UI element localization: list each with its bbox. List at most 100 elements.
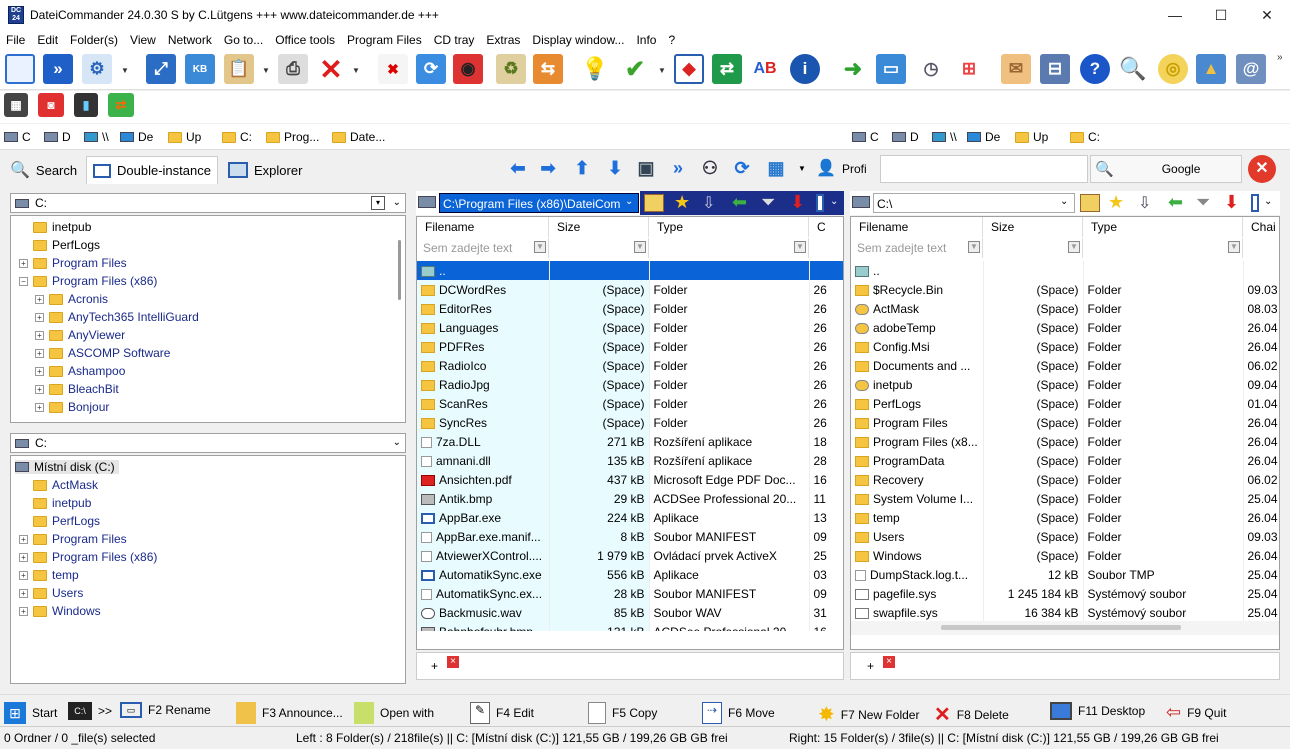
funnel-icon[interactable]: ▼ [1228,241,1240,253]
recycle-icon[interactable]: ♻ [496,54,526,84]
file-row[interactable]: Users (Space) Folder 09.03 [851,527,1279,546]
sync-icon[interactable]: ⇆ [533,54,563,84]
tree-root-local-disk[interactable]: Místní disk (C:) [15,460,119,474]
favorite-star-icon[interactable]: ★ [674,192,690,213]
funnel-icon[interactable]: ▼ [534,241,546,253]
right-drive-d-button[interactable]: D [892,130,919,144]
f5-copy-button[interactable]: F5 Copy [588,702,657,724]
arrow-up-icon[interactable]: ⬆ [570,156,594,180]
file-row[interactable]: adobeTemp (Space) Folder 26.04 [851,318,1279,337]
file-row[interactable]: AppBar.exe.manif... 8 kB Soubor MANIFEST 09 [417,527,843,546]
file-row[interactable]: pagefile.sys 1 245 184 kB Systémový soubor… [851,584,1279,603]
bookmark-prog-button[interactable]: Prog... [266,130,319,144]
close-tab-button[interactable]: × [883,656,895,668]
expand-icon[interactable]: + [19,570,28,580]
scrollbar-thumb[interactable] [398,240,401,300]
file-row[interactable]: PerfLogs (Space) Folder 01.04 [851,394,1279,413]
tree-item[interactable]: + temp [19,568,79,582]
clock-icon[interactable]: ◷ [916,54,946,84]
panel-toggle-icon[interactable] [1251,194,1259,212]
window-icon[interactable]: ◆ [674,54,704,84]
column-header-filename[interactable]: Filename [417,217,549,237]
tree-item[interactable]: ActMask [19,478,98,492]
grid-view-icon[interactable]: ▦ [764,156,788,180]
menu-folders[interactable]: Folder(s) [64,33,124,47]
filter-icon[interactable]: ⏷ [761,192,775,213]
refresh-icon[interactable]: ⟳ [416,54,446,84]
open-with-button[interactable]: Open with [354,702,434,724]
monitor-icon[interactable]: ▭ [876,54,906,84]
file-row[interactable]: Windows (Space) Folder 26.04 [851,546,1279,565]
disk-size-icon[interactable]: KB [185,54,215,84]
filter-size-input[interactable]: ▼ [549,238,649,258]
file-row[interactable]: Recovery (Space) Folder 06.02 [851,470,1279,489]
refresh-icon[interactable]: ⟳ [730,156,754,180]
funnel-icon[interactable]: ▼ [634,241,646,253]
hide-icon[interactable]: ◉ [453,54,483,84]
toolbar-overflow-icon[interactable]: » [1277,52,1285,63]
console-button[interactable]: C:\ >> [68,702,112,720]
column-header-type[interactable]: Type [1083,217,1243,237]
convert-icon[interactable]: ⇄ [108,93,134,117]
dropdown-small-icon[interactable]: ▾ [371,196,385,210]
lightbulb-icon[interactable]: 💡 [580,54,610,84]
file-row[interactable]: SyncRes (Space) Folder 26 [417,413,843,432]
file-row[interactable]: Bahnhofsuhr.bmp 131 kBACDSee Professional… [417,622,843,631]
chevron-down-icon[interactable]: ⌄ [393,437,401,448]
binoculars-icon[interactable]: ⚇ [698,156,722,180]
list-view-icon[interactable] [644,194,664,212]
arrow-down-red-icon[interactable]: ⬇ [790,192,805,213]
phone-icon[interactable]: ▮ [74,93,98,117]
expand-icon[interactable]: + [35,312,44,322]
delete-icon[interactable]: ✕ [316,54,346,85]
f7-new-folder-button[interactable]: ✸ F7 New Folder [818,702,919,727]
tree-item[interactable]: inetpub [19,220,91,234]
file-row[interactable]: DCWordRes (Space) Folder 26 [417,280,843,299]
filter-size-input[interactable]: ▼ [983,238,1083,258]
tree-item[interactable]: + Bonjour [35,400,109,414]
tree-item[interactable]: + Windows [19,604,101,618]
file-row[interactable]: Languages (Space) Folder 26 [417,318,843,337]
file-row[interactable]: AppBar.exe 224 kB Aplikace 13 [417,508,843,527]
search-icon[interactable]: 🔍 [1118,54,1148,84]
tab-search[interactable]: 🔍 Search [4,156,83,184]
expand-icon[interactable]: + [35,348,44,358]
left-tree-path-combo[interactable]: C: ▾ ⌄ [10,193,406,213]
left-tree-bottom-path-combo[interactable]: C: ⌄ [10,433,406,453]
chevron-down-icon[interactable]: ▼ [352,66,360,75]
chevron-down-icon[interactable]: ⌄ [1264,196,1272,207]
right-desktop-button[interactable]: De [967,130,1000,144]
minimize-button[interactable]: — [1152,0,1198,30]
info-icon[interactable]: i [790,54,820,84]
tab-explorer[interactable]: Explorer [222,156,308,184]
drive-c-button[interactable]: C [4,130,31,144]
tree-item[interactable]: + Program Files (x86) [19,550,157,564]
scrollbar-thumb[interactable] [941,625,1181,630]
menu-display-window[interactable]: Display window... [526,33,630,47]
settings-window-icon[interactable]: ⚙ [82,54,112,84]
arrow-down-icon[interactable]: ⬇ [603,156,627,180]
funnel-icon[interactable]: ▼ [794,241,806,253]
file-row[interactable]: 7za.DLL 271 kB Rozšíření aplikace 18 [417,432,843,451]
tree-item[interactable]: PerfLogs [19,514,100,528]
web-search-input[interactable] [880,155,1088,183]
file-row[interactable]: .. [417,261,843,280]
file-row[interactable]: $Recycle.Bin (Space) Folder 09.03 [851,280,1279,299]
menu-network[interactable]: Network [162,33,218,47]
bookmark-date-button[interactable]: Date... [332,130,385,144]
column-header-size[interactable]: Size [983,217,1083,237]
network-share-button[interactable]: \\ [84,130,109,144]
start-button[interactable]: ⊞ Start [4,702,57,724]
tree-item[interactable]: + Program Files [19,256,127,270]
chevron-down-icon[interactable]: ⌄ [1060,196,1068,207]
up-button[interactable]: Up [168,130,201,144]
close-tab-button[interactable]: × [447,656,459,668]
tree-item[interactable]: PerfLogs [19,238,100,252]
column-header-changed[interactable]: Chai [1243,217,1279,237]
single-window-icon[interactable] [5,54,35,84]
f2-rename-button[interactable]: ▭ F2 Rename [120,702,211,718]
download-icon[interactable]: ⇩ [702,193,715,213]
list-view-icon[interactable] [1080,194,1100,212]
funnel-icon[interactable]: ▼ [1068,241,1080,253]
tree-item[interactable]: + Users [19,586,83,600]
